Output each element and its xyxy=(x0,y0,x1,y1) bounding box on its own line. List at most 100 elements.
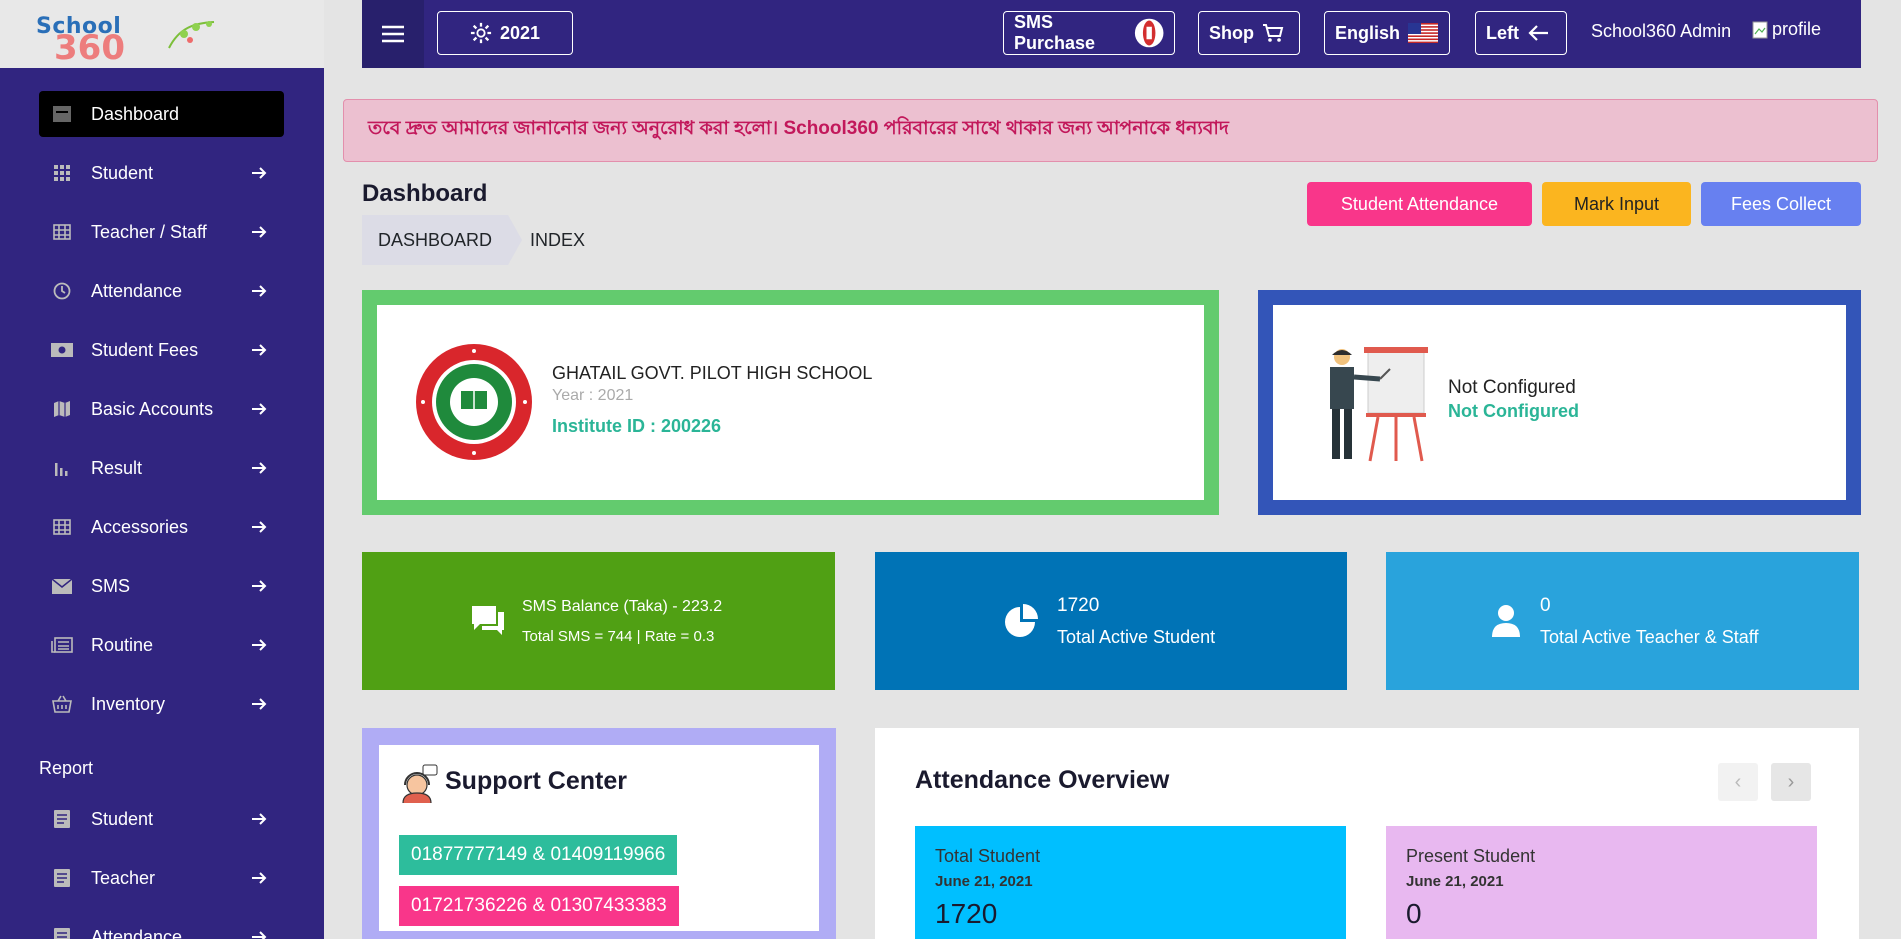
sms-coin-icon xyxy=(1134,18,1164,48)
document-icon xyxy=(51,926,73,939)
sidebar-item-label: Inventory xyxy=(91,693,166,714)
chevron-right-icon: › xyxy=(1787,770,1795,793)
year-label: 2021 xyxy=(499,22,541,43)
support-agent-icon xyxy=(402,764,438,804)
sms-detail-text: Total SMS = 744 | Rate = 0.3 xyxy=(522,627,715,645)
table-icon xyxy=(51,516,73,538)
sidebar-item-student[interactable]: Student xyxy=(39,150,284,196)
report-section-heading: Report xyxy=(39,758,94,778)
sidebar-item-accessories[interactable]: Accessories xyxy=(39,504,284,550)
shop-button[interactable]: Shop xyxy=(1198,11,1300,55)
support-center-card: Support Center 01877777149 & 01409119966… xyxy=(362,728,836,939)
sidebar-item-report-attendance[interactable]: Attendance xyxy=(39,914,284,939)
sidebar-item-label: Attendance xyxy=(91,280,183,301)
total-student-label: Total Student xyxy=(935,846,1041,866)
sidebar-item-report-teacher[interactable]: Teacher xyxy=(39,855,284,901)
sms-balance-text: SMS Balance (Taka) - 223.2 xyxy=(522,597,723,615)
sidebar-item-label: Attendance xyxy=(91,926,183,939)
present-student-value: 0 xyxy=(1406,898,1422,929)
school-seal-icon xyxy=(416,344,532,460)
present-student-date: June 21, 2021 xyxy=(1406,873,1504,890)
sidebar-item-label: Basic Accounts xyxy=(91,398,214,419)
config-title: Not Configured xyxy=(1448,377,1576,398)
total-student-attendance-card: Total Student June 21, 2021 1720 xyxy=(915,826,1346,939)
profile-alt-text: profile xyxy=(1772,19,1822,39)
year-selector-button[interactable]: 2021 xyxy=(437,11,573,55)
dashboard-icon xyxy=(51,103,73,125)
broken-image-icon xyxy=(1752,21,1768,38)
newspaper-icon xyxy=(51,634,73,656)
direction-toggle-button[interactable]: Left xyxy=(1475,11,1567,55)
next-button[interactable]: › xyxy=(1771,763,1811,801)
school360-logo[interactable]: 360 School xyxy=(36,10,215,68)
total-teacher-label: Total Active Teacher & Staff xyxy=(1540,626,1759,647)
basket-icon xyxy=(51,693,73,715)
map-icon xyxy=(51,398,73,420)
support-phone-2[interactable]: 01721736226 & 01307433383 xyxy=(399,886,679,926)
profile-avatar[interactable]: profile xyxy=(1752,19,1821,40)
arrow-right-icon xyxy=(248,871,270,885)
admin-name[interactable]: School360 Admin xyxy=(1591,21,1731,42)
arrow-right-icon xyxy=(248,225,270,239)
present-student-attendance-card: Present Student June 21, 2021 0 xyxy=(1386,826,1817,939)
sidebar-item-routine[interactable]: Routine xyxy=(39,622,284,668)
total-teacher-card: 0 Total Active Teacher & Staff xyxy=(1386,552,1859,690)
sidebar: Dashboard Student Teacher / Staff Attend… xyxy=(0,68,324,939)
sidebar-item-report-student[interactable]: Student xyxy=(39,796,284,842)
envelope-icon xyxy=(51,575,73,597)
support-center-title: Support Center xyxy=(445,767,627,795)
leaf-icon xyxy=(168,21,215,49)
sidebar-item-attendance[interactable]: Attendance xyxy=(39,268,284,314)
attendance-overview-card: Attendance Overview ‹ › Total Student Ju… xyxy=(875,728,1859,939)
user-icon xyxy=(1490,604,1522,638)
sidebar-item-sms[interactable]: SMS xyxy=(39,563,284,609)
sidebar-item-dashboard[interactable]: Dashboard xyxy=(39,91,284,137)
arrow-right-icon xyxy=(248,284,270,298)
hamburger-icon xyxy=(382,25,404,43)
chat-icon xyxy=(470,604,506,638)
total-student-value: 1720 xyxy=(935,898,998,929)
present-student-label: Present Student xyxy=(1406,846,1536,866)
breadcrumb: DASHBOARD INDEX xyxy=(362,215,586,265)
arrow-right-icon xyxy=(248,930,270,939)
arrow-right-icon xyxy=(248,638,270,652)
bar-chart-icon xyxy=(51,457,73,479)
sidebar-item-inventory[interactable]: Inventory xyxy=(39,681,284,727)
sidebar-item-student-fees[interactable]: Student Fees xyxy=(39,327,284,373)
sidebar-item-label: Teacher xyxy=(91,867,156,888)
total-student-card: 1720 Total Active Student xyxy=(875,552,1347,690)
student-attendance-button[interactable]: Student Attendance xyxy=(1307,182,1532,226)
document-icon xyxy=(51,867,73,889)
fees-collect-button[interactable]: Fees Collect xyxy=(1701,182,1861,226)
sms-balance-card: SMS Balance (Taka) - 223.2 Total SMS = 7… xyxy=(362,552,835,690)
shop-label: Shop xyxy=(1209,22,1254,43)
presenter-illustration-icon xyxy=(1330,347,1428,462)
breadcrumb-item-index: INDEX xyxy=(530,229,586,250)
sidebar-item-label: Dashboard xyxy=(91,103,180,124)
mark-input-button[interactable]: Mark Input xyxy=(1542,182,1691,226)
institute-name: GHATAIL GOVT. PILOT HIGH SCHOOL xyxy=(552,363,873,383)
sidebar-item-basic-accounts[interactable]: Basic Accounts xyxy=(39,386,284,432)
institute-year: Year : 2021 xyxy=(552,387,634,404)
cart-icon xyxy=(1263,24,1284,42)
arrow-right-icon xyxy=(248,579,270,593)
sidebar-item-teacher-staff[interactable]: Teacher / Staff xyxy=(39,209,284,255)
logo-text: School xyxy=(36,14,122,39)
sms-purchase-button[interactable]: SMS Purchase xyxy=(1003,11,1175,55)
hamburger-menu-button[interactable] xyxy=(362,0,424,68)
total-student-date: June 21, 2021 xyxy=(935,873,1033,890)
arrow-left-icon xyxy=(1528,25,1548,41)
total-student-count: 1720 xyxy=(1057,594,1100,616)
language-button[interactable]: English xyxy=(1324,11,1450,55)
topbar: 2021 SMS Purchase Shop English Left Scho… xyxy=(362,0,1861,68)
support-phone-1[interactable]: 01877777149 & 01409119966 xyxy=(399,835,678,875)
institute-card-body: GHATAIL GOVT. PILOT HIGH SCHOOL Year : 2… xyxy=(377,305,1204,500)
institute-card: GHATAIL GOVT. PILOT HIGH SCHOOL Year : 2… xyxy=(362,290,1219,515)
breadcrumb-item-dashboard[interactable]: DASHBOARD xyxy=(362,215,509,265)
prev-button[interactable]: ‹ xyxy=(1718,763,1758,801)
sidebar-item-label: Student Fees xyxy=(91,339,199,360)
table-icon xyxy=(51,221,73,243)
sidebar-item-result[interactable]: Result xyxy=(39,445,284,491)
chevron-left-icon: ‹ xyxy=(1734,770,1742,793)
document-icon xyxy=(51,808,73,830)
